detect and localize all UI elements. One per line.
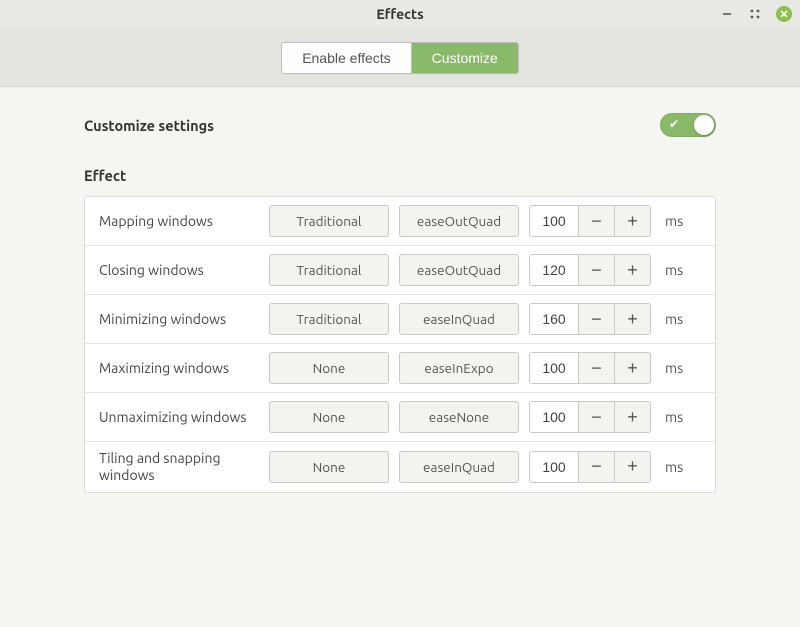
duration-spinner: − +	[529, 303, 651, 335]
check-icon: ✔	[669, 117, 679, 133]
duration-unit: ms	[665, 311, 683, 327]
effects-window: Effects Enable effects Customize	[0, 0, 800, 627]
minimize-button[interactable]	[720, 7, 734, 21]
decrement-button[interactable]: −	[578, 402, 614, 432]
decrement-button[interactable]: −	[578, 304, 614, 334]
increment-button[interactable]: +	[614, 452, 650, 482]
effect-name: Minimizing windows	[99, 311, 259, 328]
effect-name: Closing windows	[99, 262, 259, 279]
effect-row: Minimizing windows Traditional easeInQua…	[85, 294, 715, 343]
duration-input[interactable]	[530, 353, 578, 383]
effect-row: Closing windows Traditional easeOutQuad …	[85, 245, 715, 294]
effect-section-heading: Effect	[84, 167, 716, 184]
maximize-button[interactable]	[748, 7, 762, 21]
duration-spinner: − +	[529, 352, 651, 384]
style-combo[interactable]: Traditional	[269, 303, 389, 335]
titlebar: Effects	[0, 0, 800, 28]
switch-knob	[694, 115, 714, 135]
easing-combo[interactable]: easeInQuad	[399, 451, 519, 483]
easing-combo[interactable]: easeOutQuad	[399, 254, 519, 286]
decrement-button[interactable]: −	[578, 255, 614, 285]
effect-row: Mapping windows Traditional easeOutQuad …	[85, 197, 715, 245]
customize-settings-row: Customize settings ✔	[84, 113, 716, 137]
style-combo[interactable]: Traditional	[269, 254, 389, 286]
maximize-icon	[750, 9, 760, 19]
effect-row: Maximizing windows None easeInExpo − + m…	[85, 343, 715, 392]
duration-unit: ms	[665, 213, 683, 229]
window-controls	[720, 0, 792, 28]
close-button[interactable]	[776, 6, 792, 22]
window-title: Effects	[0, 6, 800, 22]
effect-name: Tiling and snapping windows	[99, 450, 259, 484]
decrement-button[interactable]: −	[578, 206, 614, 236]
customize-settings-label: Customize settings	[84, 117, 214, 134]
style-combo[interactable]: None	[269, 451, 389, 483]
increment-button[interactable]: +	[614, 206, 650, 236]
effect-name: Unmaximizing windows	[99, 409, 259, 426]
decrement-button[interactable]: −	[578, 353, 614, 383]
style-combo[interactable]: None	[269, 401, 389, 433]
easing-combo[interactable]: easeOutQuad	[399, 205, 519, 237]
customize-settings-switch[interactable]: ✔	[660, 113, 716, 137]
increment-button[interactable]: +	[614, 255, 650, 285]
tab-enable-effects[interactable]: Enable effects	[282, 43, 410, 73]
effect-name: Maximizing windows	[99, 360, 259, 377]
duration-spinner: − +	[529, 205, 651, 237]
minimize-icon	[721, 8, 733, 20]
duration-input[interactable]	[530, 304, 578, 334]
effects-table: Mapping windows Traditional easeOutQuad …	[84, 196, 716, 493]
duration-unit: ms	[665, 459, 683, 475]
style-combo[interactable]: Traditional	[269, 205, 389, 237]
duration-input[interactable]	[530, 206, 578, 236]
tab-customize[interactable]: Customize	[411, 43, 518, 73]
duration-input[interactable]	[530, 452, 578, 482]
duration-input[interactable]	[530, 255, 578, 285]
style-combo[interactable]: None	[269, 352, 389, 384]
increment-button[interactable]: +	[614, 402, 650, 432]
effect-row: Unmaximizing windows None easeNone − + m…	[85, 392, 715, 441]
content-area: Customize settings ✔ Effect Mapping wind…	[0, 87, 800, 627]
easing-combo[interactable]: easeInExpo	[399, 352, 519, 384]
easing-combo[interactable]: easeNone	[399, 401, 519, 433]
easing-combo[interactable]: easeInQuad	[399, 303, 519, 335]
duration-unit: ms	[665, 360, 683, 376]
duration-spinner: − +	[529, 254, 651, 286]
effect-row: Tiling and snapping windows None easeInQ…	[85, 441, 715, 492]
decrement-button[interactable]: −	[578, 452, 614, 482]
duration-spinner: − +	[529, 401, 651, 433]
increment-button[interactable]: +	[614, 304, 650, 334]
tab-switcher: Enable effects Customize	[281, 42, 519, 74]
duration-unit: ms	[665, 262, 683, 278]
effect-name: Mapping windows	[99, 213, 259, 230]
close-icon	[779, 9, 789, 19]
increment-button[interactable]: +	[614, 353, 650, 383]
duration-spinner: − +	[529, 451, 651, 483]
duration-input[interactable]	[530, 402, 578, 432]
toolbar: Enable effects Customize	[0, 28, 800, 87]
duration-unit: ms	[665, 409, 683, 425]
